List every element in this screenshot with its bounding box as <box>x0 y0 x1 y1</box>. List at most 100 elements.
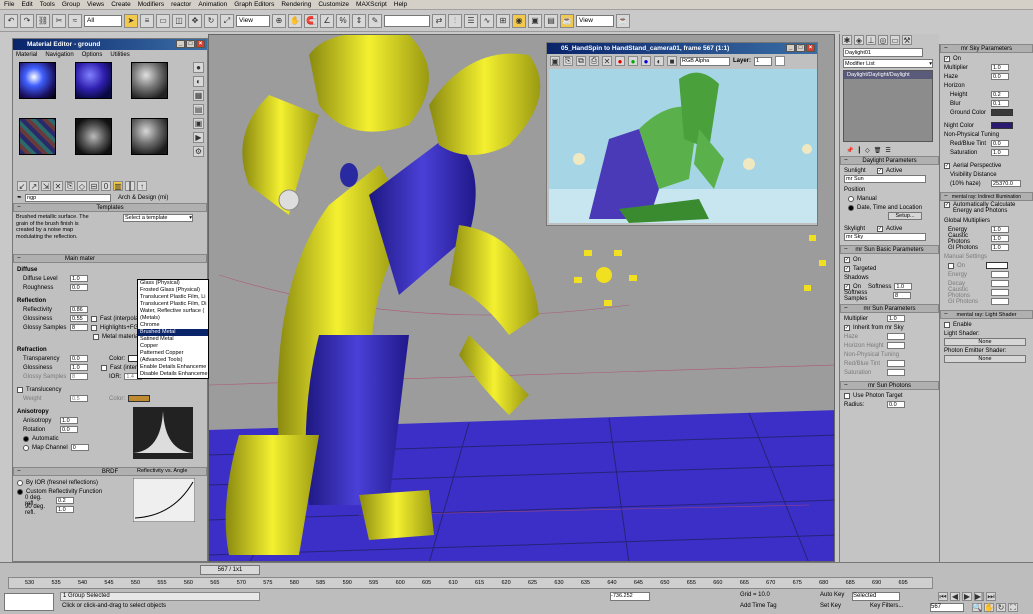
me-menu-utilities[interactable]: Utilities <box>110 52 129 58</box>
sample-slot-5[interactable] <box>75 118 112 155</box>
pick-material-icon[interactable]: ✒ <box>17 194 22 201</box>
background-icon[interactable]: ▦ <box>193 90 204 101</box>
diffuse-level-spinner[interactable]: 1.0 <box>70 275 88 282</box>
select-object-icon[interactable]: ➤ <box>124 13 138 28</box>
uv-tiling-icon[interactable]: ▤ <box>193 104 204 115</box>
edit-named-sel-icon[interactable]: ✎ <box>368 13 382 28</box>
minimize-icon[interactable]: _ <box>786 44 795 52</box>
menu-item-rendering[interactable]: Rendering <box>281 1 311 8</box>
add-time-tag[interactable]: Add Time Tag <box>740 603 790 612</box>
zoom-icon[interactable]: 🔍 <box>972 603 982 612</box>
unique-icon[interactable]: ◇ <box>77 181 87 191</box>
manual-decay-spinner[interactable] <box>991 280 1009 287</box>
maximize-icon[interactable]: □ <box>796 44 805 52</box>
time-slider[interactable]: 567 / 1x1 <box>200 565 260 575</box>
angle-snap-icon[interactable]: ∠ <box>320 13 334 28</box>
reset-map-icon[interactable]: ✕ <box>53 181 63 191</box>
rotate-icon[interactable]: ↻ <box>204 13 218 28</box>
template-option[interactable]: Disable Details Enhanceme <box>138 371 208 378</box>
unlink-icon[interactable]: ✂ <box>52 13 66 28</box>
modify-tab-icon[interactable]: ◈ <box>854 35 864 45</box>
align-icon[interactable]: ⫶ <box>448 13 462 28</box>
sky-haze-spinner[interactable]: 0.0 <box>991 73 1009 80</box>
put-library-icon[interactable]: ⊟ <box>89 181 99 191</box>
night-color-swatch[interactable] <box>991 122 1013 129</box>
key-filters-button[interactable]: Key Filters... <box>870 603 910 612</box>
reference-coord-dropdown[interactable]: View <box>236 14 270 27</box>
manual-energy-spinner[interactable] <box>991 271 1009 278</box>
refr-fast-checkbox[interactable] <box>101 364 107 371</box>
maxscript-listener[interactable] <box>4 593 54 611</box>
sun-params-rollout[interactable]: − mr Sun Parameters <box>840 304 939 313</box>
sample-slot-6[interactable] <box>131 118 168 155</box>
backlight-icon[interactable]: ◐ <box>193 76 204 87</box>
refr-samples-spinner[interactable]: 8 <box>70 373 88 380</box>
sample-slot-3[interactable] <box>131 62 168 99</box>
metal-material-checkbox[interactable] <box>93 333 99 340</box>
rendered-frame-icon[interactable]: ▤ <box>544 13 558 28</box>
sun-saturation-spinner[interactable] <box>887 369 905 376</box>
menu-item-edit[interactable]: Edit <box>21 1 32 8</box>
scale-icon[interactable]: ⤢ <box>220 13 234 28</box>
put-to-scene-icon[interactable]: ↗ <box>29 181 39 191</box>
create-tab-icon[interactable]: ✱ <box>842 35 852 45</box>
sample-slot-2[interactable] <box>75 62 112 99</box>
redo-icon[interactable]: ↷ <box>20 13 34 28</box>
light-shader-button[interactable]: None <box>944 338 1026 346</box>
gi-rollout[interactable]: − mental ray: Indirect Illumination <box>940 192 1033 201</box>
auto-key-button[interactable]: Auto Key <box>820 592 850 601</box>
blur-spinner[interactable]: 0.1 <box>991 100 1009 107</box>
daylight-params-rollout[interactable]: − Daylight Parameters <box>840 156 939 165</box>
pin-stack-icon[interactable]: 📌 <box>846 147 853 154</box>
menu-item-reactor[interactable]: reactor <box>171 1 191 8</box>
menu-item-maxscript[interactable]: MAXScript <box>356 1 387 8</box>
clone-window-icon[interactable]: ⧉ <box>576 56 586 66</box>
modifier-stack[interactable]: Daylight/Daylight/Daylight <box>843 70 933 142</box>
red-channel-icon[interactable]: ● <box>615 56 625 66</box>
caustic-spinner[interactable]: 1.0 <box>991 235 1009 242</box>
template-option[interactable]: (Metals) <box>138 315 208 322</box>
channel-dropdown[interactable]: RGB Alpha <box>680 56 730 66</box>
pivot-icon[interactable]: ⊕ <box>272 13 286 28</box>
bind-icon[interactable]: ≈ <box>68 13 82 28</box>
show-end-result-icon[interactable]: ┃ <box>125 181 135 191</box>
x-coord-field[interactable]: -736.252 <box>610 592 650 601</box>
render-window-titlebar[interactable]: 05_HandSpin to HandStand_camera01, frame… <box>547 43 817 54</box>
main-material-rollout[interactable]: − Main mater <box>13 254 207 263</box>
menu-item-views[interactable]: Views <box>87 1 104 8</box>
select-by-name-icon[interactable]: ≡ <box>140 13 154 28</box>
automatic-radio[interactable] <box>23 435 29 442</box>
softness-spinner[interactable]: 1.0 <box>894 283 913 290</box>
show-map-icon[interactable]: ▥ <box>113 181 123 191</box>
go-end-icon[interactable]: ⏭ <box>986 592 996 601</box>
template-select[interactable]: Select a template ▾ <box>123 214 193 222</box>
anisotropy-spinner[interactable]: 1.0 <box>60 417 78 424</box>
sky-on-checkbox[interactable]: ✓ <box>944 55 950 62</box>
selection-filter-dropdown[interactable]: All <box>84 14 122 27</box>
deg90-spinner[interactable]: 1.0 <box>56 506 74 513</box>
remove-modifier-icon[interactable]: 🗑 <box>874 147 882 154</box>
ground-color-swatch[interactable] <box>991 109 1013 116</box>
menu-item-help[interactable]: Help <box>394 1 407 8</box>
template-option[interactable]: Glass (Physical) <box>138 280 208 287</box>
by-ior-radio[interactable] <box>17 479 23 486</box>
make-unique-icon[interactable]: ◇ <box>865 147 870 154</box>
reflectivity-spinner[interactable]: 0.86 <box>70 306 88 313</box>
render-setup-icon[interactable]: ▣ <box>528 13 542 28</box>
glossy-samples-spinner[interactable]: 8 <box>70 324 88 331</box>
menu-item-file[interactable]: File <box>4 1 14 8</box>
aerial-checkbox[interactable]: ✓ <box>944 162 950 169</box>
material-type-button[interactable]: Arch & Design (mi) <box>118 195 168 201</box>
sample-type-icon[interactable]: ● <box>193 62 204 73</box>
pan-icon[interactable]: ✋ <box>984 603 994 612</box>
setup-button[interactable]: Setup... <box>888 212 922 220</box>
manual-radio[interactable] <box>848 195 854 202</box>
close-icon[interactable]: × <box>196 40 205 48</box>
targeted-checkbox[interactable]: ✓ <box>844 265 850 272</box>
template-option[interactable]: Translucent Plastic Film, Di <box>138 301 208 308</box>
material-editor-titlebar[interactable]: Material Editor - ground _ □ × <box>13 39 207 50</box>
menu-item-create[interactable]: Create <box>111 1 131 8</box>
current-frame-field[interactable]: 567 <box>930 603 964 612</box>
set-key-button[interactable]: Set Key <box>820 603 850 612</box>
material-name-input[interactable]: ngp <box>25 193 112 202</box>
